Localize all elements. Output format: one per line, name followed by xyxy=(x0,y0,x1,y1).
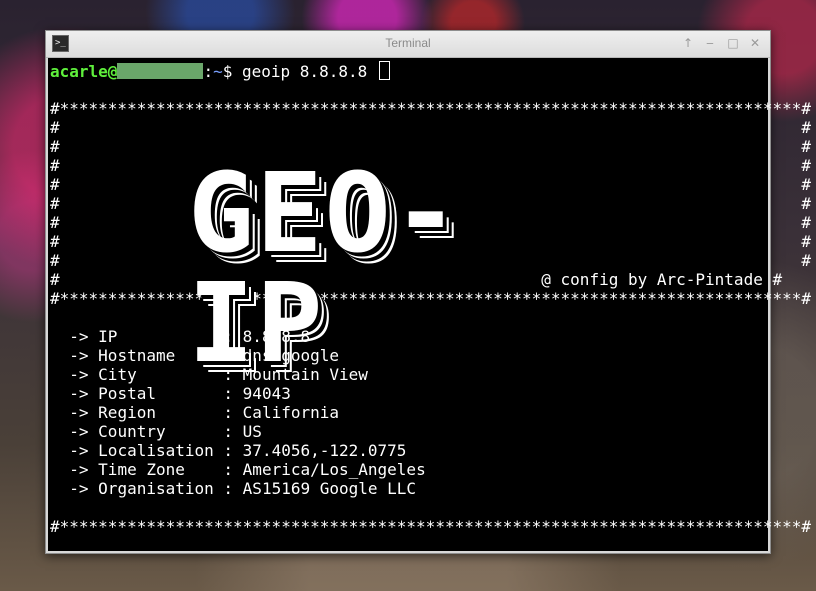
prompt-path: ~ xyxy=(213,62,223,81)
close-button[interactable]: ✕ xyxy=(747,35,763,51)
result-row: -> City : Mountain View xyxy=(69,365,368,384)
result-label: Country xyxy=(98,422,214,441)
result-row: -> Hostname : dns.google xyxy=(69,346,339,365)
banner-side-line: # # xyxy=(50,118,811,137)
result-row: -> IP : 8.8.8.8 xyxy=(69,327,311,346)
result-value: 37.4056,-122.0775 xyxy=(242,441,407,460)
result-label: City xyxy=(98,365,214,384)
footer-border: #***************************************… xyxy=(50,517,811,536)
text-cursor xyxy=(378,61,390,80)
maximize-button[interactable]: □ xyxy=(725,35,741,51)
prompt-separator: : xyxy=(203,62,214,81)
result-value: AS15169 Google LLC xyxy=(242,479,417,498)
result-value: 8.8.8.8 xyxy=(242,327,311,346)
terminal-window[interactable]: >_ Terminal ↑ ‒ □ ✕ acarle@:~$ geoip 8.8… xyxy=(45,30,811,554)
result-label: Localisation xyxy=(98,441,214,460)
result-label: Region xyxy=(98,403,214,422)
result-arrow: -> xyxy=(69,460,89,479)
result-row: -> Country : US xyxy=(69,422,262,441)
result-label: Organisation xyxy=(98,479,214,498)
result-label: Postal xyxy=(98,384,214,403)
result-arrow: -> xyxy=(69,479,89,498)
result-label: Time Zone xyxy=(98,460,214,479)
result-value: dns.google xyxy=(242,346,339,365)
prompt-symbol: $ xyxy=(222,62,233,81)
result-value: California xyxy=(242,403,339,422)
prompt-command: geoip 8.8.8.8 xyxy=(242,62,368,81)
result-row: -> Time Zone : America/Los_Angeles xyxy=(69,460,426,479)
prompt-user: acarle@ xyxy=(50,62,118,81)
result-arrow: -> xyxy=(69,422,89,441)
result-label: IP xyxy=(98,327,214,346)
result-value: US xyxy=(242,422,262,441)
result-value: 94043 xyxy=(242,384,291,403)
window-title: Terminal xyxy=(385,36,431,50)
pin-icon[interactable]: ↑ xyxy=(680,35,696,51)
result-arrow: -> xyxy=(69,441,89,460)
terminal-output[interactable]: acarle@:~$ geoip 8.8.8.8 #**************… xyxy=(48,58,811,551)
result-row: -> Organisation : AS15169 Google LLC xyxy=(69,479,417,498)
result-row: -> Postal : 94043 xyxy=(69,384,291,403)
result-label: Hostname xyxy=(98,346,214,365)
result-arrow: -> xyxy=(69,365,89,384)
banner-border-top: #***************************************… xyxy=(50,99,811,118)
result-arrow: -> xyxy=(69,327,89,346)
result-row: -> Region : California xyxy=(69,403,339,422)
window-titlebar[interactable]: >_ Terminal ↑ ‒ □ ✕ xyxy=(46,31,770,58)
prompt-line: acarle@:~$ geoip 8.8.8.8 xyxy=(50,61,390,81)
result-row: -> Localisation : 37.4056,-122.0775 xyxy=(69,441,407,460)
redacted-hostname xyxy=(117,63,204,79)
result-arrow: -> xyxy=(69,403,89,422)
result-value: Mountain View xyxy=(242,365,368,384)
result-arrow: -> xyxy=(69,346,89,365)
result-arrow: -> xyxy=(69,384,89,403)
minimize-button[interactable]: ‒ xyxy=(702,35,718,51)
result-value: America/Los_Angeles xyxy=(242,460,426,479)
